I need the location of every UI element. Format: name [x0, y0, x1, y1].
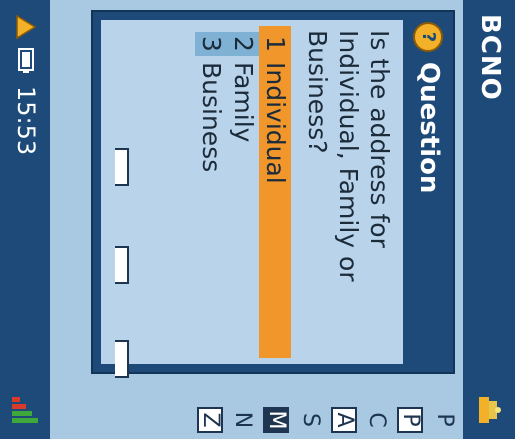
network-status-icon	[479, 397, 501, 423]
question-icon: ?	[413, 22, 443, 52]
alert-icon	[16, 14, 37, 40]
list-item[interactable]: A	[331, 407, 357, 433]
list-item[interactable]: P	[397, 407, 423, 433]
question-text: Is the address for Individual, Family or…	[303, 30, 394, 282]
device-screen: BCNO P P C A S M N Z ? Question Is the a…	[0, 0, 515, 439]
list-item[interactable]: M	[263, 407, 289, 433]
list-item[interactable]: Z	[197, 407, 223, 433]
option-label: Business	[197, 62, 226, 173]
clock: 15:53	[12, 86, 40, 156]
option-individual[interactable]: 1 Individual	[259, 26, 291, 358]
option-number: 1	[259, 32, 291, 56]
soft-key-right[interactable]	[115, 340, 129, 378]
battery-icon	[18, 48, 34, 73]
options-list: 1 Individual 2 Family 3 Business	[195, 26, 291, 358]
dialog-header: ? Question	[403, 12, 453, 372]
dialog-title: Question	[414, 62, 444, 194]
soft-key-row	[115, 0, 155, 439]
list-item[interactable]: S	[297, 407, 323, 433]
option-label: Family	[229, 62, 258, 143]
option-number: 3	[195, 32, 227, 56]
soft-key-left[interactable]	[115, 148, 129, 186]
status-bar: 15:53	[0, 0, 50, 439]
list-item[interactable]: P	[431, 407, 457, 433]
option-family[interactable]: 2 Family	[227, 26, 259, 358]
option-label: Individual	[261, 62, 290, 184]
soft-key-center[interactable]	[115, 246, 129, 284]
app-title: BCNO	[475, 14, 505, 101]
list-item[interactable]: N	[229, 407, 255, 433]
list-item[interactable]: C	[363, 407, 389, 433]
option-business[interactable]: 3 Business	[195, 26, 227, 358]
title-bar: BCNO	[463, 0, 515, 439]
option-number: 2	[227, 32, 259, 56]
signal-icon	[12, 397, 38, 423]
